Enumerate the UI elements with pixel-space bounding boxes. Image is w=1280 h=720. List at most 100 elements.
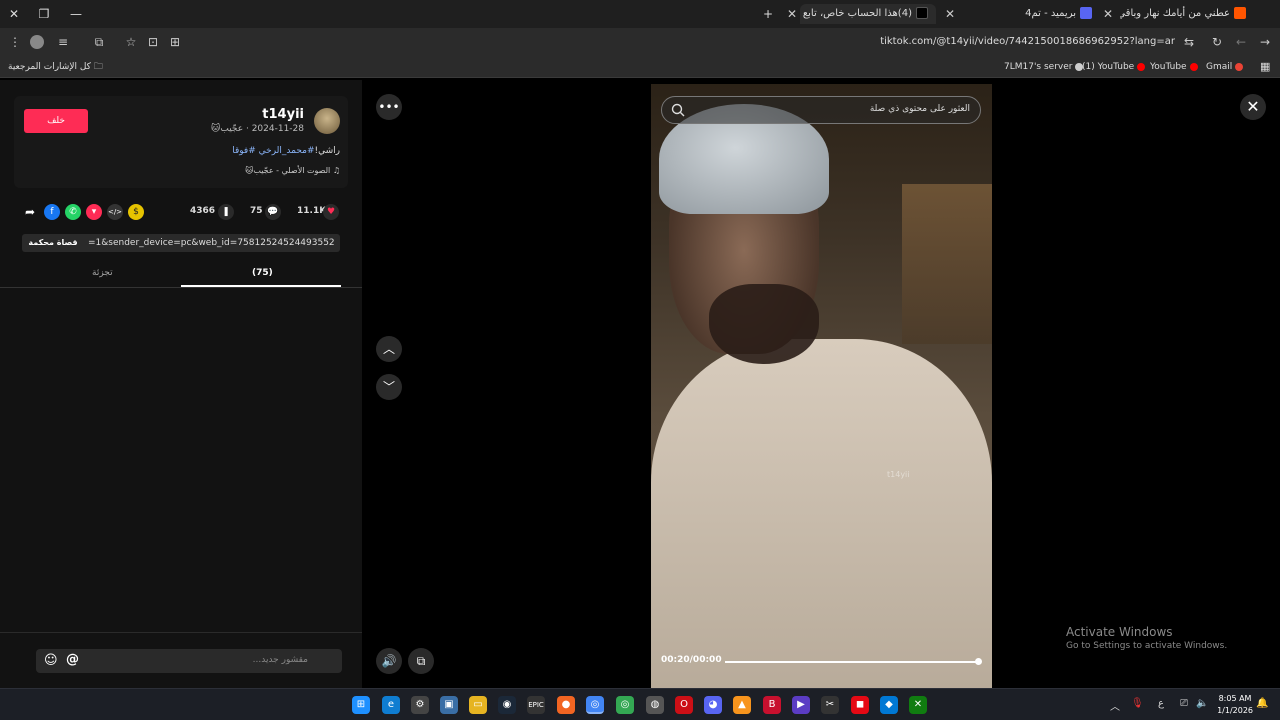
heart-icon[interactable]: ♥ — [323, 204, 339, 220]
embed-code-icon[interactable]: </> — [107, 204, 123, 220]
file-explorer-icon[interactable]: ▭ — [469, 696, 487, 714]
tab-title: عطني من أيامك نهار وباقي oud — [1120, 8, 1230, 19]
hashtag-link[interactable]: #محمد_الرخي — [259, 146, 315, 156]
bookmark-star-icon[interactable]: ☆ — [122, 33, 140, 51]
emoji-icon[interactable]: ☺ — [44, 653, 58, 668]
comment-input[interactable]: ☺ @ مقشور جديد... — [36, 649, 342, 673]
tab-close-icon[interactable]: ✕ — [1100, 4, 1116, 24]
tab-comments[interactable]: (75) — [252, 268, 273, 278]
app-orange-icon[interactable]: ● — [557, 696, 575, 714]
steam-icon[interactable]: ◉ — [498, 696, 516, 714]
bookmark-server[interactable]: 7LM17's server — [1004, 59, 1086, 75]
tab-soundcloud[interactable]: عطني من أيامك نهار وباقي oud — [1120, 4, 1252, 24]
bandicam-icon[interactable]: B — [763, 696, 781, 714]
tray-chevron-icon[interactable]: ︿ — [1110, 698, 1120, 713]
apps-grid-icon[interactable]: ▦ — [1260, 59, 1270, 75]
saves-count: 4366 — [190, 206, 216, 216]
network-icon[interactable]: ⎚ — [1180, 698, 1188, 709]
reading-list-icon[interactable]: ≡ — [54, 33, 72, 51]
post-info-card: خلف t14yii 2024-11-28 · عجّيب🐱 راشي!#محم… — [14, 96, 348, 188]
forward-icon[interactable]: ← — [1232, 33, 1250, 51]
hashtag-link[interactable]: #فوقا — [232, 146, 256, 156]
new-tab-icon[interactable]: + — [758, 4, 778, 24]
opera-icon[interactable]: O — [675, 696, 693, 714]
window-close-icon[interactable]: ✕ — [4, 4, 24, 24]
epic-games-icon[interactable]: EPIC — [527, 696, 545, 714]
settings-gear-icon[interactable]: ⚙ — [411, 696, 429, 714]
video-player[interactable]: t14yii — [651, 84, 992, 688]
app-red-icon[interactable]: ◼ — [851, 696, 869, 714]
microphone-icon[interactable]: 🎙 — [1131, 698, 1144, 709]
bookmark-label: 7LM17's server — [1004, 62, 1073, 72]
progress-knob[interactable] — [975, 658, 983, 665]
edge-icon[interactable]: e — [382, 696, 400, 714]
vlc-icon[interactable]: ▲ — [733, 696, 751, 714]
active-tab-indicator — [181, 285, 341, 287]
window-restore-icon[interactable]: ❐ — [34, 4, 54, 24]
taskbar-clock[interactable]: 8:05 AM 1/1/2026 — [1217, 693, 1253, 717]
mini-player-icon[interactable]: ⧉ — [408, 648, 434, 674]
install-app-icon[interactable]: ⊡ — [144, 33, 162, 51]
bookmark-youtube-1[interactable]: (1) YouTube — [1082, 59, 1148, 75]
follow-button[interactable]: خلف — [24, 109, 88, 133]
menu-kebab-icon[interactable]: ⋮ — [6, 33, 24, 51]
author-username[interactable]: t14yii — [262, 107, 304, 122]
bookmark-youtube-2[interactable]: YouTube — [1150, 59, 1201, 75]
tab-tiktok[interactable]: (4)هذا الحساب خاص، تابع هذ — [800, 4, 936, 24]
comments-count: 75 — [250, 206, 263, 216]
bookmark-gmail[interactable]: Gmail — [1206, 59, 1246, 75]
playback-bar: 00:20/00:00 — [661, 655, 983, 669]
capcut-icon[interactable]: ✂ — [821, 696, 839, 714]
tab-creator-videos[interactable]: تجزئة — [92, 268, 113, 278]
app-blue-icon[interactable]: ◆ — [880, 696, 898, 714]
share-url-text[interactable]: =1&sender_device=pc&web_id=7581252452449… — [88, 234, 334, 252]
store-icon[interactable]: ▣ — [440, 696, 458, 714]
tab-close-icon[interactable]: ✕ — [784, 4, 800, 24]
bookmark-label: YouTube — [1150, 62, 1187, 72]
coin-icon[interactable]: $ — [128, 204, 144, 220]
playback-time: 00:20/00:00 — [661, 655, 722, 665]
related-search-bar[interactable]: العثور على محتوى ذي صلة — [661, 96, 981, 124]
video-editor-icon[interactable]: ▶ — [792, 696, 810, 714]
comment-placeholder: مقشور جديد... — [252, 655, 308, 665]
url-field[interactable]: tiktok.com/@t14yii/video/744215001868696… — [880, 33, 1175, 51]
keyboard-language[interactable]: ع — [1158, 698, 1164, 709]
caption-text: راشي! — [314, 146, 341, 156]
copy-link-button[interactable]: قصاة محكمة — [22, 234, 84, 252]
close-icon[interactable]: ✕ — [1240, 94, 1266, 120]
start-icon[interactable]: ⊞ — [352, 696, 370, 714]
mention-icon[interactable]: @ — [66, 652, 79, 667]
all-bookmarks-button[interactable]: كل الإشارات المرجعية 🗀 — [8, 59, 103, 75]
post-meta: 2024-11-28 · عجّيب🐱 — [210, 124, 304, 134]
extensions-icon[interactable]: ⧉ — [90, 33, 108, 51]
obs-icon[interactable]: ◍ — [646, 696, 664, 714]
author-avatar[interactable] — [314, 108, 340, 134]
tab-premiere[interactable]: بريميد - تم4 — [1020, 4, 1098, 24]
comment-icon[interactable]: 💬 — [265, 204, 281, 220]
site-settings-icon[interactable]: ⇆ — [1180, 33, 1198, 51]
more-options-icon[interactable]: ••• — [376, 94, 402, 120]
xbox-icon[interactable]: ✕ — [909, 696, 927, 714]
chrome-2-icon[interactable]: ◎ — [616, 696, 634, 714]
tab-close-icon[interactable]: ✕ — [942, 4, 958, 24]
next-video-icon[interactable]: ﹀ — [376, 374, 402, 400]
youtube-icon — [1137, 62, 1146, 71]
facebook-icon[interactable]: f — [44, 204, 60, 220]
progress-track[interactable] — [725, 658, 983, 665]
share-arrow-icon[interactable]: ➦ — [22, 204, 38, 220]
previous-video-icon[interactable]: ︿ — [376, 336, 402, 362]
translate-icon[interactable]: ⊞ — [166, 33, 184, 51]
tiktok-share-icon[interactable]: ▾ — [86, 204, 102, 220]
chrome-icon[interactable]: ◎ — [586, 696, 604, 714]
volume-icon[interactable]: 🔊 — [376, 648, 402, 674]
reload-icon[interactable]: ↻ — [1208, 33, 1226, 51]
sound-link[interactable]: ♫ الصوت الأصلي - عجّيب🐱 — [245, 166, 340, 175]
whatsapp-icon[interactable]: ✆ — [65, 204, 81, 220]
discord-icon[interactable]: ◕ — [704, 696, 722, 714]
back-icon[interactable]: → — [1256, 33, 1274, 51]
window-minimize-icon[interactable]: — — [66, 4, 86, 24]
speaker-icon[interactable]: 🔈 — [1196, 698, 1208, 709]
profile-avatar-icon[interactable] — [30, 35, 44, 49]
bookmark-icon[interactable]: ❚ — [218, 204, 234, 220]
notifications-bell-icon[interactable]: 🔔 — [1256, 698, 1268, 709]
